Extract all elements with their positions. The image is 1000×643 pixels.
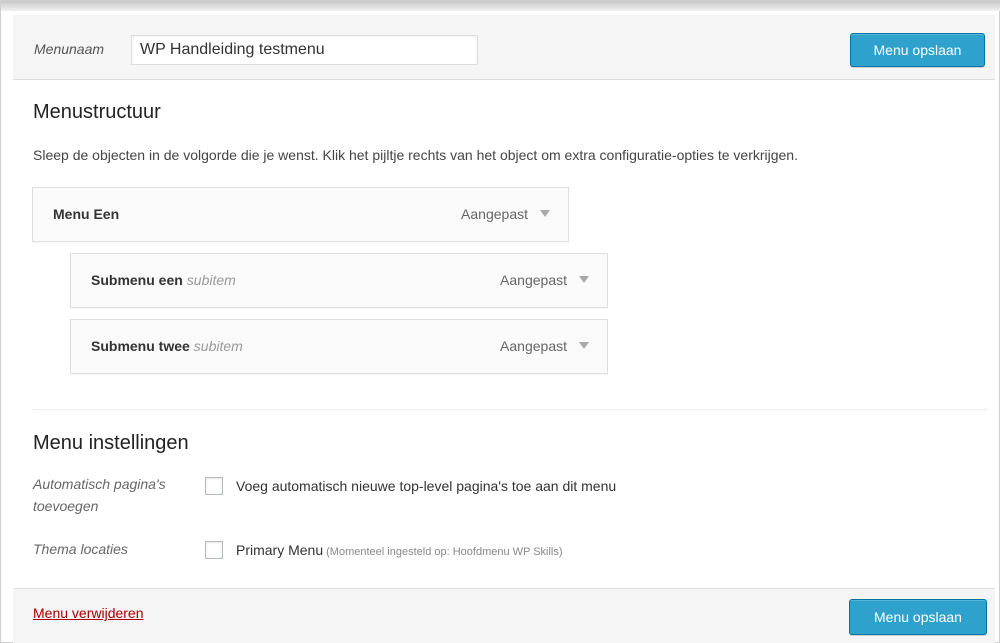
- menu-editor-panel: Menunaam Menu opslaan Menustructuur Slee…: [0, 0, 1000, 643]
- save-menu-button-bottom[interactable]: Menu opslaan: [849, 599, 987, 635]
- primary-menu-label: Primary Menu: [236, 542, 324, 558]
- primary-menu-note: (Momenteel ingesteld op: Hoofdmenu WP Sk…: [326, 546, 563, 558]
- subitem-tag: subitem: [193, 338, 243, 354]
- menu-item[interactable]: Menu Een Aangepast: [32, 187, 569, 242]
- menu-item-type: Aangepast: [500, 272, 567, 288]
- auto-add-pages-checkbox[interactable]: [205, 477, 223, 495]
- expand-arrow-icon[interactable]: [579, 342, 589, 349]
- menu-item-title: Submenu een subitem: [91, 272, 236, 288]
- menu-item-type: Aangepast: [461, 206, 528, 222]
- top-shadow: [1, 1, 1000, 11]
- delete-menu-link[interactable]: Menu verwijderen: [33, 605, 144, 621]
- save-menu-button-top[interactable]: Menu opslaan: [850, 33, 985, 67]
- section-divider: [33, 409, 988, 410]
- primary-menu-option: Primary Menu (Momenteel ingesteld op: Hoo…: [236, 542, 563, 558]
- menu-subitem[interactable]: Submenu twee subitem Aangepast: [70, 319, 608, 374]
- menu-header: Menunaam Menu opslaan: [13, 15, 995, 80]
- menu-item-type: Aangepast: [500, 338, 567, 354]
- menu-structure-title: Menustructuur: [33, 101, 161, 123]
- menu-footer: [13, 588, 995, 643]
- expand-arrow-icon[interactable]: [540, 210, 550, 217]
- menu-item-title: Menu Een: [53, 206, 120, 222]
- subitem-tag: subitem: [186, 272, 236, 288]
- menu-subitem[interactable]: Submenu een subitem Aangepast: [70, 253, 608, 308]
- theme-locations-label: Thema locaties: [33, 541, 128, 557]
- auto-add-pages-text: Voeg automatisch nieuwe top-level pagina…: [236, 478, 617, 494]
- auto-add-pages-label: Automatisch pagina's toevoegen: [33, 476, 166, 514]
- menu-item-title: Submenu twee subitem: [91, 338, 243, 354]
- expand-arrow-icon[interactable]: [579, 276, 589, 283]
- menu-name-input[interactable]: [131, 35, 478, 65]
- menu-settings-title: Menu instellingen: [33, 432, 189, 454]
- menu-name-label: Menunaam: [34, 41, 105, 57]
- primary-menu-checkbox[interactable]: [205, 541, 223, 559]
- menu-structure-help: Sleep de objecten in de volgorde die je …: [33, 147, 798, 163]
